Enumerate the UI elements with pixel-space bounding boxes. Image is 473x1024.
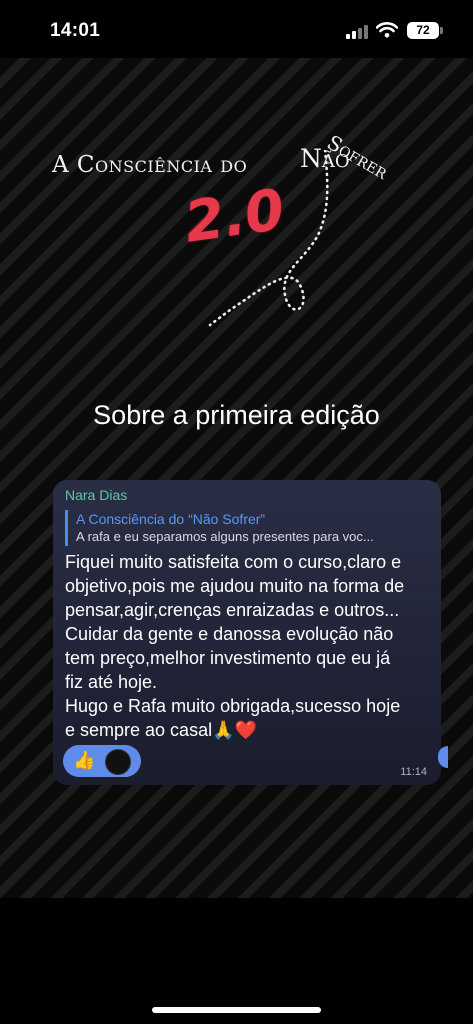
quoted-reply[interactable]: A Consciência do “Não Sofrer” A rafa e e… — [65, 510, 431, 546]
quote-text: A rafa e eu separamos alguns presentes p… — [76, 529, 374, 544]
message-line: tem preço,melhor investimento que eu já — [65, 648, 391, 668]
message-time: 11:14 — [400, 766, 427, 778]
home-indicator[interactable] — [152, 1007, 321, 1013]
story-content: A Consciência do Não Sofrer 2.0 Sobre a … — [0, 58, 473, 898]
story-subtitle: Sobre a primeira edição — [93, 400, 380, 430]
message-line: Fiquei muito satisfeita com o curso,clar… — [65, 552, 402, 572]
message-line: fiz até hoje. — [65, 672, 158, 692]
cellular-signal-icon — [346, 25, 370, 39]
message-line: Hugo e Rafa muito obrigada,sucesso hoje — [65, 696, 401, 716]
wifi-icon — [376, 22, 398, 38]
message-line: e sempre ao casal🙏❤️ — [65, 720, 257, 740]
status-time: 14:01 — [50, 20, 101, 41]
thumbs-up-icon: 👍 — [73, 750, 96, 770]
reaction-pill[interactable]: 👍 — [63, 745, 141, 777]
battery-icon: 72 — [407, 22, 439, 39]
sender-name: Nara Dias — [65, 487, 128, 503]
message-line: Cuidar da gente e danossa evolução não — [65, 624, 394, 644]
status-bar: 14:01 72 — [0, 0, 473, 58]
dotted-squiggle-decoration — [208, 150, 329, 327]
battery-tip — [440, 27, 443, 34]
chat-message-bubble: Nara Dias A Consciência do “Não Sofrer” … — [53, 480, 441, 785]
message-line: objetivo,pois me ajudou muito na forma d… — [65, 576, 405, 596]
message-line: pensar,agir,crenças enraizadas e outros.… — [65, 600, 400, 620]
quote-title: A Consciência do “Não Sofrer” — [76, 511, 266, 527]
avatar — [105, 749, 131, 775]
